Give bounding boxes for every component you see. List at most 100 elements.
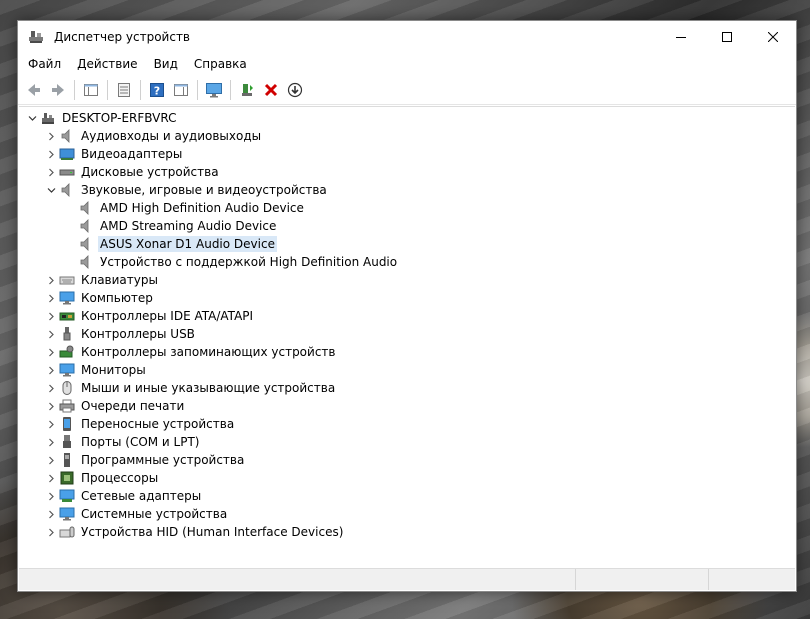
status-pane-3 — [709, 569, 795, 590]
uninstall-icon — [264, 83, 278, 96]
forward-icon — [52, 83, 64, 96]
device-tree-pane[interactable]: DESKTOP-ERFBVRC Аудиовходы и аудиовыходы… — [19, 106, 795, 568]
tree-category-label: Контроллеры IDE ATA/ATAPI — [81, 309, 254, 323]
port-icon — [59, 434, 75, 450]
minimize-button[interactable] — [658, 21, 704, 53]
chevron-right-icon[interactable] — [43, 487, 59, 505]
chevron-right-icon[interactable] — [43, 361, 59, 379]
tree-root-label: DESKTOP-ERFBVRC — [62, 111, 177, 125]
menu-action[interactable]: Действие — [69, 53, 145, 75]
properties-icon — [84, 83, 98, 96]
toolbar-separator — [140, 79, 141, 100]
keyboard-icon — [59, 272, 75, 288]
computer-icon — [59, 290, 75, 306]
computer-root-icon — [40, 110, 56, 126]
properties-button[interactable] — [113, 79, 135, 101]
tree-category-label: Звуковые, игровые и видеоустройства — [81, 183, 327, 197]
tree-root[interactable]: DESKTOP-ERFBVRC — [19, 109, 795, 127]
show-hide-console-tree-button[interactable] — [80, 79, 102, 101]
tree-category-label: Видеоадаптеры — [81, 147, 183, 161]
chevron-right-icon[interactable] — [43, 379, 59, 397]
window-title: Диспетчер устройств — [54, 30, 191, 44]
tree-category[interactable]: Процессоры — [19, 469, 795, 487]
chevron-right-icon[interactable] — [43, 325, 59, 343]
help-icon: ? — [150, 82, 164, 97]
chevron-right-icon[interactable] — [43, 343, 59, 361]
monitor-icon — [206, 82, 222, 97]
tree-category[interactable]: Системные устройства — [19, 505, 795, 523]
chevron-right-icon[interactable] — [43, 451, 59, 469]
action-pane-button[interactable] — [170, 79, 192, 101]
tree-device-item[interactable]: ASUS Xonar D1 Audio Device — [19, 235, 795, 253]
tree-category[interactable]: Звуковые, игровые и видеоустройства — [19, 181, 795, 199]
toolbar-separator — [197, 79, 198, 100]
close-button[interactable] — [750, 21, 796, 53]
chevron-right-icon[interactable] — [43, 163, 59, 181]
tree-category[interactable]: Очереди печати — [19, 397, 795, 415]
tree-category[interactable]: Переносные устройства — [19, 415, 795, 433]
processor-icon — [59, 470, 75, 486]
monitor-icon — [59, 362, 75, 378]
enable-device-button[interactable] — [284, 79, 306, 101]
tree-device-item[interactable]: AMD Streaming Audio Device — [19, 217, 795, 235]
tree-category-label: Аудиовходы и аудиовыходы — [81, 129, 262, 143]
toolbar-separator — [230, 79, 231, 100]
scan-hardware-button[interactable] — [203, 79, 225, 101]
tree-category[interactable]: Контроллеры USB — [19, 325, 795, 343]
tree-category[interactable]: Аудиовходы и аудиовыходы — [19, 127, 795, 145]
tree-device-item[interactable]: AMD High Definition Audio Device — [19, 199, 795, 217]
title-bar[interactable]: Диспетчер устройств — [18, 21, 796, 53]
chevron-right-icon[interactable] — [43, 307, 59, 325]
tree-category-label: Сетевые адаптеры — [81, 489, 202, 503]
update-driver-button[interactable] — [236, 79, 258, 101]
tree-category[interactable]: Контроллеры IDE ATA/ATAPI — [19, 307, 795, 325]
chevron-right-icon[interactable] — [43, 433, 59, 451]
tree-category[interactable]: Дисковые устройства — [19, 163, 795, 181]
chevron-right-icon[interactable] — [43, 145, 59, 163]
tree-category[interactable]: Компьютер — [19, 289, 795, 307]
display-adapter-icon — [59, 146, 75, 162]
tree-device-label: Устройство с поддержкой High Definition … — [100, 255, 398, 269]
speaker-icon — [78, 200, 94, 216]
tree-category[interactable]: Видеоадаптеры — [19, 145, 795, 163]
chevron-right-icon[interactable] — [43, 271, 59, 289]
tree-category[interactable]: Мыши и иные указывающие устройства — [19, 379, 795, 397]
tree-category[interactable]: Мониторы — [19, 361, 795, 379]
speaker-icon — [78, 236, 94, 252]
tree-category-label: Очереди печати — [81, 399, 185, 413]
device-manager-app-icon — [28, 29, 44, 45]
menu-bar: Файл Действие Вид Справка — [18, 53, 796, 75]
maximize-button[interactable] — [704, 21, 750, 53]
menu-view[interactable]: Вид — [146, 53, 186, 75]
chevron-right-icon[interactable] — [43, 397, 59, 415]
tree-category[interactable]: Сетевые адаптеры — [19, 487, 795, 505]
back-button[interactable] — [23, 79, 45, 101]
tree-category-label: Контроллеры USB — [81, 327, 195, 341]
tree-category[interactable]: Порты (COM и LPT) — [19, 433, 795, 451]
chevron-right-icon[interactable] — [43, 469, 59, 487]
tree-category[interactable]: Программные устройства — [19, 451, 795, 469]
toolbar-separator — [74, 79, 75, 100]
tree-category-label: Клавиатуры — [81, 273, 158, 287]
tree-category[interactable]: Контроллеры запоминающих устройств — [19, 343, 795, 361]
tree-device-item[interactable]: Устройство с поддержкой High Definition … — [19, 253, 795, 271]
uninstall-device-button[interactable] — [260, 79, 282, 101]
tree-category-label: Программные устройства — [81, 453, 245, 467]
chevron-down-icon[interactable] — [24, 109, 40, 127]
menu-help[interactable]: Справка — [186, 53, 255, 75]
help-button[interactable]: ? — [146, 79, 168, 101]
chevron-right-icon[interactable] — [43, 415, 59, 433]
tree-device-label: AMD High Definition Audio Device — [100, 201, 304, 215]
chevron-right-icon[interactable] — [43, 289, 59, 307]
network-adapter-icon — [59, 488, 75, 504]
tree-category[interactable]: Клавиатуры — [19, 271, 795, 289]
tree-category[interactable]: Устройства HID (Human Interface Devices) — [19, 523, 795, 541]
chevron-right-icon[interactable] — [43, 127, 59, 145]
chevron-right-icon[interactable] — [43, 505, 59, 523]
menu-file[interactable]: Файл — [20, 53, 69, 75]
chevron-right-icon[interactable] — [43, 523, 59, 541]
forward-button[interactable] — [47, 79, 69, 101]
update-driver-icon — [242, 83, 253, 96]
chevron-down-icon[interactable] — [43, 181, 59, 199]
device-tree: DESKTOP-ERFBVRC Аудиовходы и аудиовыходы… — [19, 107, 795, 541]
